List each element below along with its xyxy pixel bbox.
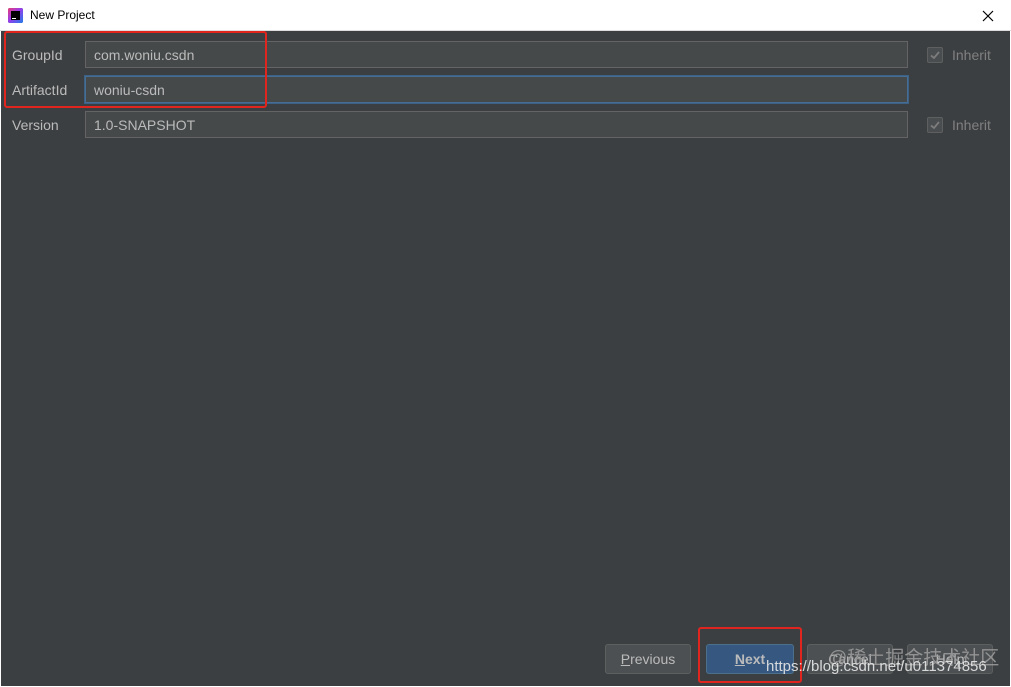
close-button[interactable] xyxy=(965,0,1011,31)
checkmark-icon xyxy=(930,51,940,60)
help-button[interactable]: Help xyxy=(907,644,993,674)
version-inherit-label: Inherit xyxy=(952,117,991,133)
version-row: Version Inherit xyxy=(1,111,1010,139)
group-id-inherit-label: Inherit xyxy=(952,47,991,63)
previous-mnemonic: P xyxy=(620,651,631,667)
version-input[interactable] xyxy=(85,111,908,138)
title-bar: New Project xyxy=(0,0,1011,31)
version-label: Version xyxy=(12,117,59,133)
cancel-button[interactable]: Cancel xyxy=(807,644,893,674)
annotation-box-next xyxy=(698,627,802,683)
group-id-inherit-checkbox[interactable] xyxy=(927,47,943,63)
group-id-inherit-toggle[interactable]: Inherit xyxy=(927,46,991,64)
annotation-box-fields xyxy=(4,31,267,108)
dialog-content: GroupId Inherit ArtifactId Version Inher… xyxy=(1,31,1010,686)
intellij-idea-icon xyxy=(8,8,23,23)
previous-button[interactable]: Previous xyxy=(605,644,691,674)
window-title: New Project xyxy=(30,8,95,22)
version-inherit-checkbox[interactable] xyxy=(927,117,943,133)
close-icon xyxy=(982,10,994,21)
version-inherit-toggle[interactable]: Inherit xyxy=(927,116,991,134)
previous-label: revious xyxy=(630,651,676,667)
checkmark-icon xyxy=(930,121,940,130)
